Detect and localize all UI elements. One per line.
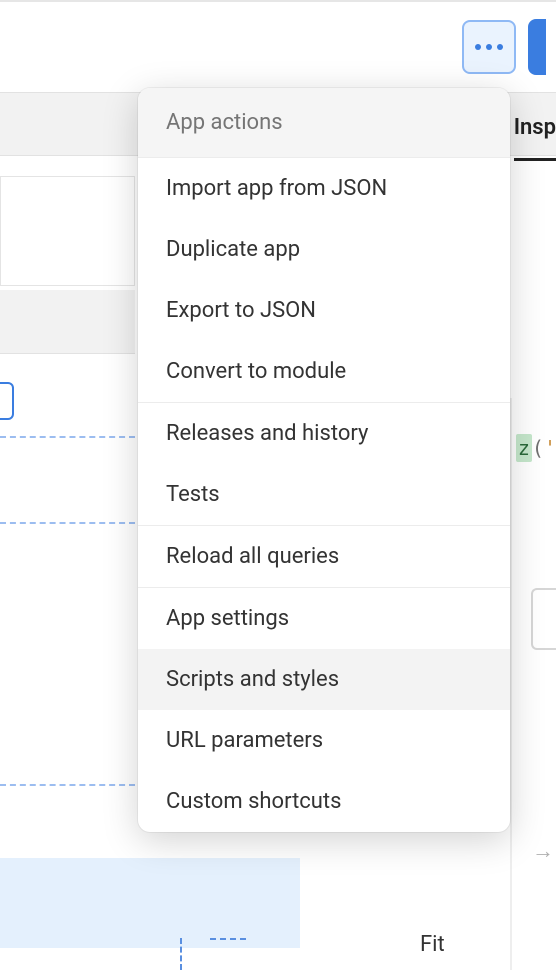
menu-header: App actions <box>138 88 510 158</box>
menu-item-duplicate-app[interactable]: Duplicate app <box>138 219 510 280</box>
tab-inspect[interactable]: Insp <box>514 115 556 161</box>
more-options-button[interactable] <box>462 20 516 74</box>
canvas-component-2[interactable] <box>0 355 135 855</box>
dots-icon <box>475 44 481 50</box>
guide-line <box>0 784 135 786</box>
menu-item-releases-history[interactable]: Releases and history <box>138 403 510 464</box>
menu-item-convert-module[interactable]: Convert to module <box>138 341 510 402</box>
menu-item-app-settings[interactable]: App settings <box>138 588 510 649</box>
selection-handle[interactable] <box>0 382 14 420</box>
guide-line <box>0 522 135 524</box>
primary-action-button[interactable] <box>528 19 546 75</box>
canvas-section-header <box>0 290 135 354</box>
dots-icon <box>497 44 503 50</box>
canvas-selected-component[interactable] <box>0 858 300 948</box>
menu-item-export-json[interactable]: Export to JSON <box>138 280 510 341</box>
top-toolbar <box>0 0 556 92</box>
menu-item-reload-queries[interactable]: Reload all queries <box>138 526 510 587</box>
canvas-component-1[interactable] <box>0 176 135 286</box>
zoom-fit-label[interactable]: Fit <box>420 932 445 957</box>
menu-item-scripts-styles[interactable]: Scripts and styles <box>138 649 510 710</box>
code-token-z: z <box>516 434 532 462</box>
guide-line <box>0 436 135 438</box>
dots-icon <box>486 44 492 50</box>
ruler-guide-horizontal <box>210 938 246 940</box>
right-panel-divider <box>510 398 512 970</box>
menu-item-url-parameters[interactable]: URL parameters <box>138 710 510 771</box>
arrow-right-icon: → <box>532 838 554 864</box>
menu-item-import-json[interactable]: Import app from JSON <box>138 158 510 219</box>
ruler-guide-vertical <box>180 938 182 970</box>
code-token-paren: ( <box>532 436 544 460</box>
app-actions-menu: App actions Import app from JSON Duplica… <box>138 88 510 832</box>
code-snippet: z(' <box>516 436 556 460</box>
code-token-quote: ' <box>544 436 556 460</box>
menu-item-custom-shortcuts[interactable]: Custom shortcuts <box>138 771 510 832</box>
menu-item-tests[interactable]: Tests <box>138 464 510 525</box>
property-field-outline[interactable] <box>531 588 556 650</box>
